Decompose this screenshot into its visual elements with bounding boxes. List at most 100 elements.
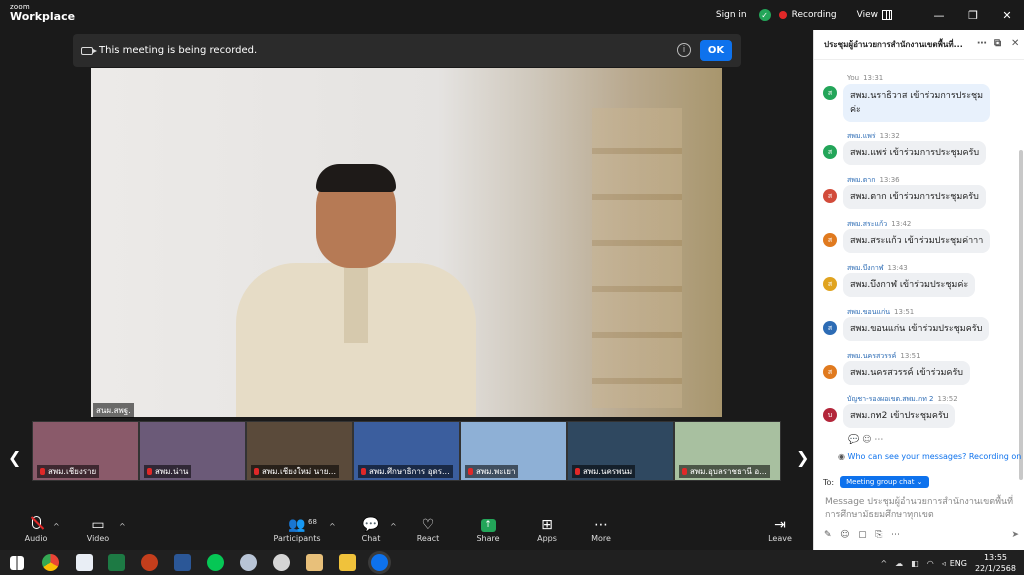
recording-status[interactable]: Recording — [792, 10, 837, 20]
message-sender: สพม.แพร่ — [847, 132, 876, 140]
emoji-icon[interactable]: ☺ — [840, 530, 849, 540]
wifi-icon[interactable]: ◠ — [927, 559, 934, 568]
file-icon[interactable]: ▢ — [858, 530, 867, 540]
audio-caret-icon[interactable]: ^ — [53, 522, 60, 531]
more-button[interactable]: ⋯ More — [588, 516, 614, 543]
more-actions-icon[interactable]: ⋯ — [874, 435, 883, 445]
participant-thumbnail[interactable]: สพม.เชียงใหม่ นาย... — [246, 421, 353, 481]
restore-icon[interactable]: ❐ — [956, 9, 990, 22]
emoji-reaction-icon[interactable]: ☺ — [862, 435, 871, 445]
participant-name-text: สพม.ศึกษาธิการ อุดร... — [369, 467, 450, 476]
app-icon-4[interactable] — [306, 554, 323, 571]
avatar[interactable]: ส — [823, 365, 837, 379]
message-bubble: สพม.นราธิวาส เข้าร่วมการประชุม ค่ะ — [843, 84, 991, 122]
message-text: สพม.ตาก เข้าร่วมการประชุมครับ — [850, 192, 979, 202]
video-button[interactable]: ▭ Video — [84, 516, 112, 543]
recording-banner: This meeting is being recorded. i OK — [73, 34, 741, 67]
leave-button[interactable]: ⇥ Leave — [767, 516, 793, 543]
popout-icon[interactable]: ⧉ — [994, 38, 1001, 49]
participant-thumbnail[interactable]: สพม.ศึกษาธิการ อุดร... — [353, 421, 460, 481]
avatar[interactable]: ส — [823, 321, 837, 335]
chat-scrollbar[interactable] — [1019, 150, 1023, 480]
message-sender: You — [847, 74, 860, 82]
avatar[interactable]: ส — [823, 86, 837, 100]
participant-thumbnail[interactable]: สพม.น่าน — [139, 421, 246, 481]
participant-thumbnail[interactable]: สพม.เชียงราย — [32, 421, 139, 481]
recipient-select[interactable]: Meeting group chat ⌄ — [840, 476, 929, 488]
clock[interactable]: 13:55 22/1/2568 — [975, 552, 1016, 574]
avatar[interactable]: บ — [823, 408, 837, 422]
sign-in-link[interactable]: Sign in — [716, 10, 747, 20]
title-bar: zoom Workplace Sign in ✓ Recording View … — [0, 0, 1024, 30]
to-label: To: — [823, 477, 835, 487]
app-icon-3[interactable] — [273, 554, 290, 571]
react-button[interactable]: ♡ React — [414, 516, 442, 543]
line-icon[interactable] — [207, 554, 224, 571]
audio-label: Audio — [24, 534, 48, 543]
app-icon-1[interactable] — [76, 554, 93, 571]
zoom-taskbar-icon[interactable] — [371, 554, 388, 571]
chat-button[interactable]: 💬 Chat — [358, 516, 384, 543]
avatar[interactable]: ส — [823, 145, 837, 159]
format-icon[interactable]: ✎ — [824, 530, 832, 540]
close-icon[interactable]: ✕ — [990, 9, 1024, 22]
reply-icon[interactable]: 💬 — [848, 435, 859, 445]
powerpoint-icon[interactable] — [141, 554, 158, 571]
word-icon[interactable] — [174, 554, 191, 571]
more-options-icon[interactable]: ⋯ — [977, 38, 987, 49]
participant-thumbnail[interactable]: สพม.อุบลราชธานี อ... — [674, 421, 781, 481]
avatar[interactable]: ส — [823, 277, 837, 291]
message-time: 13:36 — [879, 176, 900, 184]
cloud-icon[interactable]: ☁ — [895, 559, 903, 568]
screenshot-icon[interactable]: ⎘ — [875, 530, 882, 540]
shield-icon[interactable]: ✓ — [758, 9, 771, 21]
grid-view-icon[interactable] — [882, 10, 892, 20]
info-icon[interactable]: i — [677, 43, 691, 57]
tray-chevron-icon[interactable]: ^ — [880, 559, 887, 568]
participant-name: สพม.เชียงใหม่ นาย... — [251, 465, 340, 478]
excel-icon[interactable] — [108, 554, 125, 571]
compose-toolbar: ✎ ☺ ▢ ⎘ ⋯ ➤ — [824, 530, 1019, 540]
audio-button[interactable]: Audio — [22, 516, 50, 543]
leave-icon: ⇥ — [774, 517, 786, 533]
minimize-icon[interactable]: — — [922, 9, 956, 22]
participant-name: สพม.ศึกษาธิการ อุดร... — [358, 465, 453, 478]
windows-taskbar: ^ ☁ ◧ ◠ ◃ ENG 13:55 22/1/2568 — [0, 550, 1024, 575]
message-time: 13:52 — [937, 395, 958, 403]
video-camera-icon: ▭ — [91, 517, 105, 533]
participant-thumbnail[interactable]: สพม.นครพนม — [567, 421, 674, 481]
message-sender: สพม.บึงกาฬ — [847, 264, 884, 272]
avatar[interactable]: ส — [823, 233, 837, 247]
chevron-left-icon[interactable]: ❮ — [8, 448, 21, 467]
video-caret-icon[interactable]: ^ — [119, 522, 126, 531]
send-icon[interactable]: ➤ — [1011, 530, 1019, 540]
volume-icon[interactable]: ◃ — [942, 559, 946, 568]
chrome-icon[interactable] — [42, 554, 59, 571]
participant-thumbnail[interactable]: สพม.พะเยา — [460, 421, 567, 481]
message-text: สพม.นราธิวาส เข้าร่วมการประชุม — [850, 91, 984, 101]
network-icon[interactable]: ◧ — [911, 559, 919, 568]
file-explorer-icon[interactable] — [339, 554, 356, 571]
chevron-right-icon[interactable]: ❯ — [796, 448, 809, 467]
app-icon-2[interactable] — [240, 554, 257, 571]
more-compose-icon[interactable]: ⋯ — [891, 530, 900, 540]
view-button[interactable]: View — [857, 10, 878, 20]
clock-time: 13:55 — [983, 553, 1008, 562]
who-can-see-notice[interactable]: ◉ Who can see your messages? Recording o… — [838, 452, 1021, 461]
participants-caret-icon[interactable]: ^ — [329, 522, 336, 531]
video-stage: สนผ.สพฐ. This meeting is being recorded.… — [0, 30, 813, 510]
participant-name: สพม.เชียงราย — [37, 465, 100, 478]
share-button[interactable]: ↑ Share — [474, 516, 502, 543]
title-bar-controls: Sign in ✓ Recording View — ❐ ✕ — [716, 0, 1024, 30]
close-chat-icon[interactable]: ✕ — [1011, 38, 1019, 49]
react-label: React — [416, 534, 440, 543]
avatar[interactable]: ส — [823, 189, 837, 203]
main-speaker-video[interactable] — [91, 68, 722, 417]
message-actions: 💬 ☺ ⋯ — [848, 435, 883, 445]
ok-button[interactable]: OK — [700, 40, 732, 61]
windows-start-icon[interactable] — [10, 556, 24, 570]
language-indicator[interactable]: ENG — [950, 559, 967, 568]
apps-button[interactable]: ⊞ Apps — [534, 516, 560, 543]
message-input[interactable]: Message ประชุมผู้อำนวยการสำนักงานเขตพื้น… — [825, 496, 1015, 522]
chat-caret-icon[interactable]: ^ — [390, 522, 397, 531]
